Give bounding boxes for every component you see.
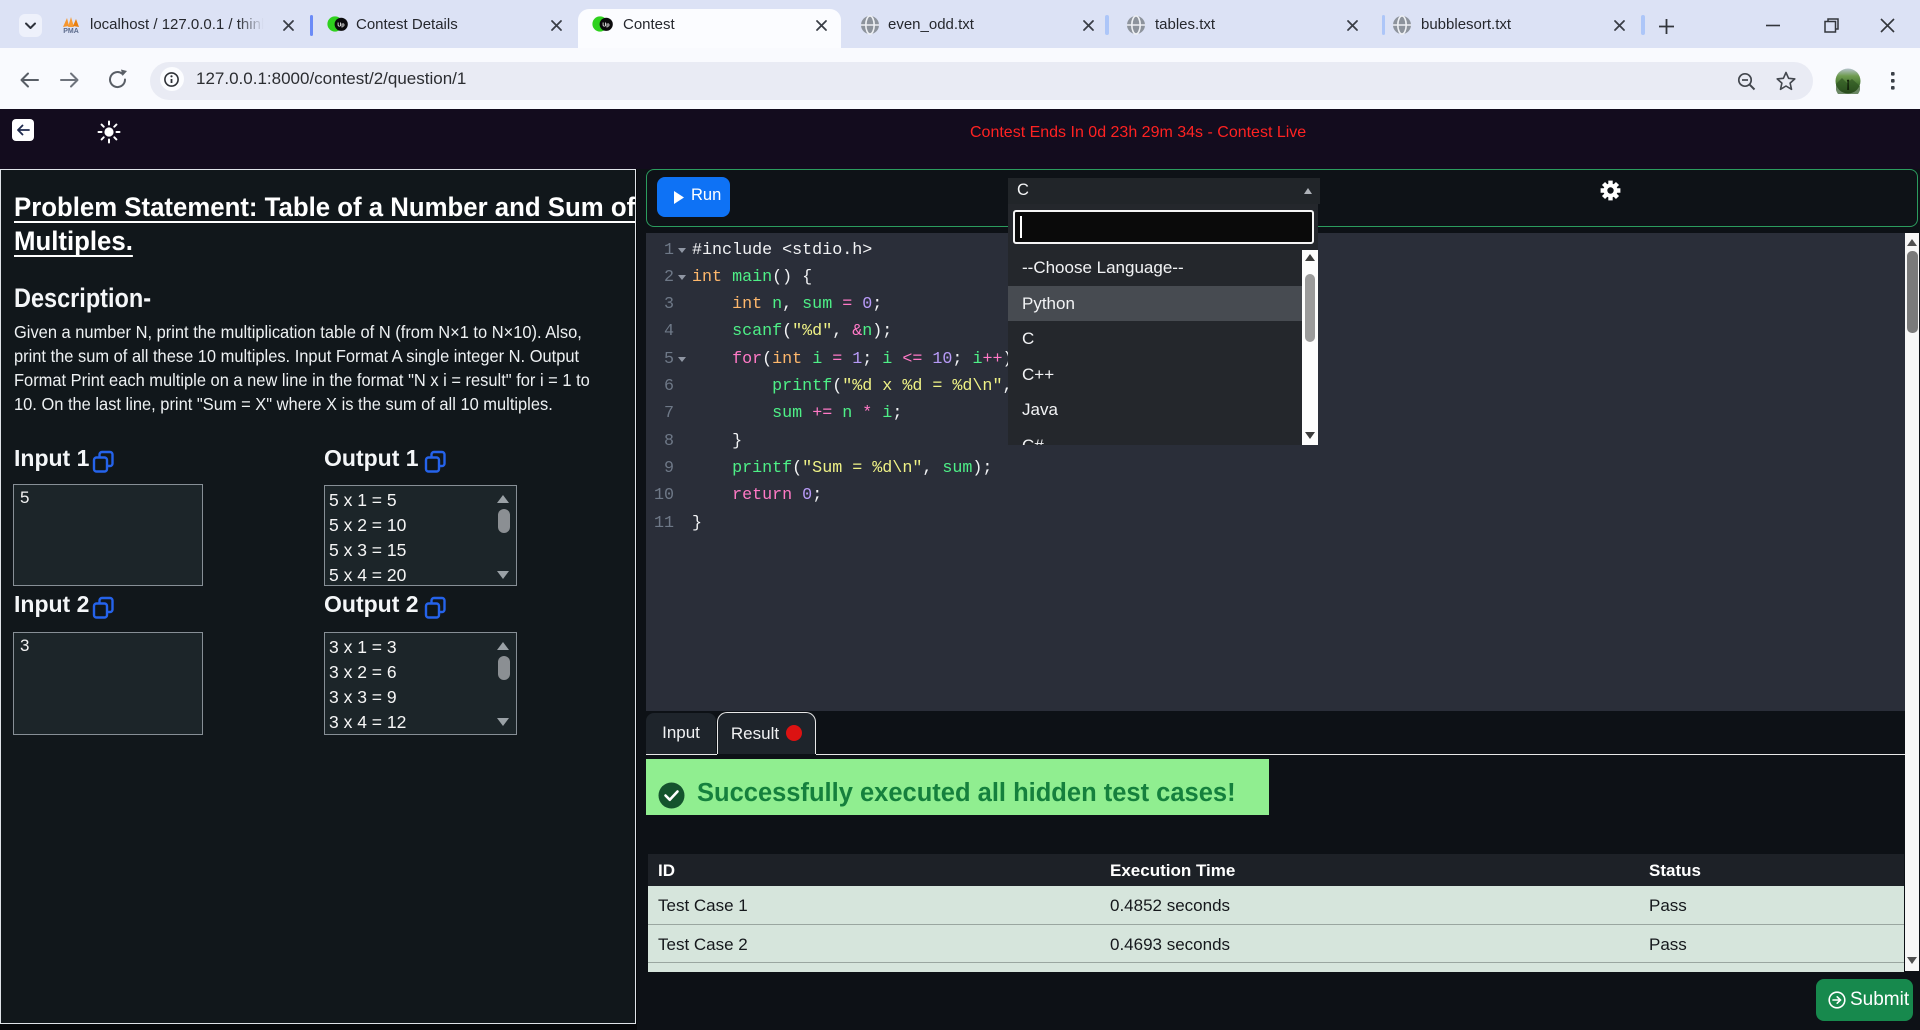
svg-text:PMA: PMA bbox=[63, 28, 79, 34]
svg-text:Up: Up bbox=[337, 23, 345, 29]
svg-text:Up: Up bbox=[602, 23, 610, 29]
